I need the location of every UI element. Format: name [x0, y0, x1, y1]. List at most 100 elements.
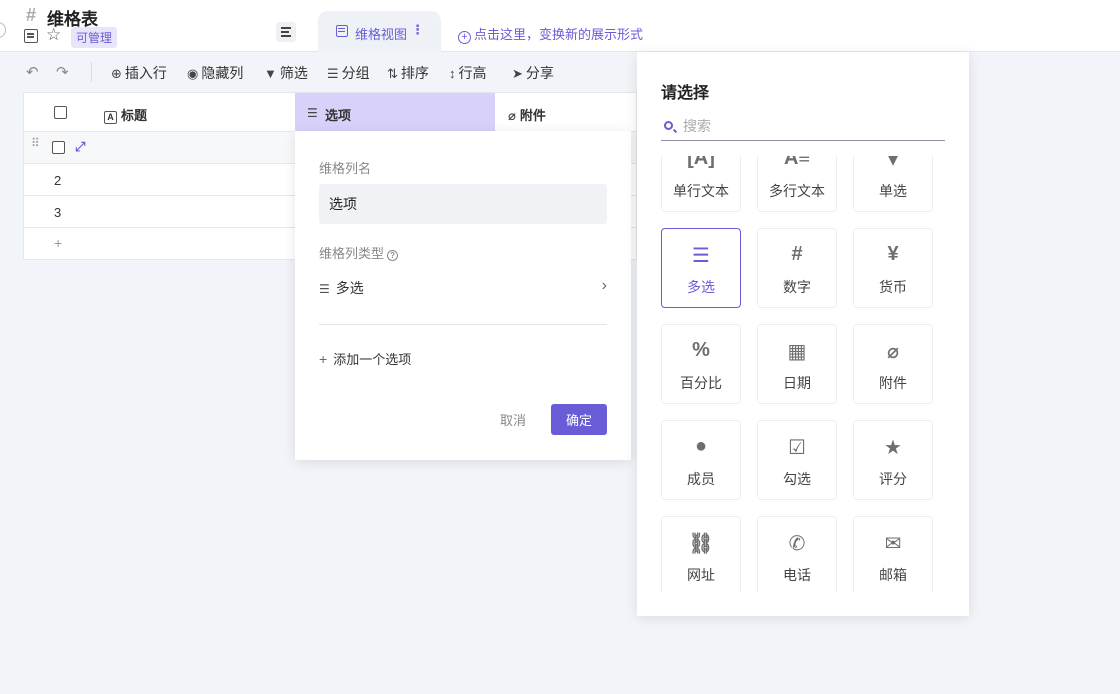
header: # 维格表 ☆ 可管理 维格视图 ⋮ + 点击这里，变换新的展示形式	[0, 0, 1120, 52]
share-label: 分享	[525, 65, 554, 81]
multi-text-icon: A≡	[783, 156, 811, 169]
type-date[interactable]: ▦ 日期	[757, 324, 837, 404]
undo-icon[interactable]: ↶	[26, 63, 39, 81]
person-icon: ●	[694, 435, 708, 457]
percent-icon: %	[692, 339, 710, 361]
column-name-input[interactable]	[319, 184, 607, 224]
select-all-checkbox[interactable]	[54, 106, 67, 119]
column-editor-popup: 维格列名 维格列类型? ☰ 多选 › + 添加一个选项 取消 确定	[295, 131, 631, 460]
sort-label: 排序	[400, 65, 429, 81]
plus-icon: +	[319, 351, 328, 367]
type-multi-select[interactable]: ☰ 多选	[661, 228, 741, 308]
column-name-label: 维格列名	[319, 161, 372, 176]
add-view-button[interactable]: + 点击这里，变换新的展示形式	[458, 24, 643, 44]
type-label: 附件	[879, 375, 907, 391]
description-icon[interactable]	[24, 29, 38, 43]
toolbar-divider	[91, 62, 92, 82]
plus-circle-filled-icon: ⊕	[111, 66, 122, 81]
group-button[interactable]: ☰ 分组	[327, 63, 370, 83]
column-type-label: 维格列类型?	[319, 243, 399, 262]
insert-row-button[interactable]: ⊕ 插入行	[111, 63, 167, 83]
type-label: 勾选	[783, 471, 811, 487]
group-icon: ☰	[327, 66, 339, 81]
single-text-icon: [A]	[687, 156, 715, 169]
column-title-label: 标题	[121, 108, 148, 123]
drag-handle-icon[interactable]: ⠿	[31, 137, 40, 149]
type-multi-text[interactable]: A≡ 多行文本	[757, 156, 837, 212]
type-member[interactable]: ● 成员	[661, 420, 741, 500]
expand-record-icon[interactable]: ⤢	[75, 139, 85, 155]
single-text-icon: A	[104, 111, 117, 124]
type-label: 货币	[879, 279, 907, 295]
row-number: 3	[54, 205, 62, 220]
column-header-option[interactable]: ☰ 选项	[295, 93, 495, 132]
link-icon: ⛓	[688, 533, 714, 555]
type-checkbox[interactable]: ☑ 勾选	[757, 420, 837, 500]
permission-badge: 可管理	[71, 27, 118, 48]
star-icon: ★	[884, 437, 902, 459]
plus-circle-icon: +	[458, 31, 471, 44]
type-url[interactable]: ⛓ 网址	[661, 516, 741, 592]
view-tab-label: 维格视图	[355, 27, 408, 42]
type-label: 多选	[687, 279, 715, 295]
type-percent[interactable]: % 百分比	[661, 324, 741, 404]
share-button[interactable]: ➤ 分享	[512, 63, 554, 83]
type-attachment[interactable]: ⌀ 附件	[853, 324, 933, 404]
phone-icon: ✆	[788, 533, 806, 555]
sort-icon: ⇅	[387, 66, 398, 81]
filter-icon: ▼	[264, 66, 277, 81]
view-more-icon[interactable]: ⋮	[411, 22, 424, 38]
row-height-label: 行高	[458, 65, 487, 81]
type-single-text[interactable]: [A] 单行文本	[661, 156, 741, 212]
column-type-selector[interactable]: ☰ 多选 ›	[319, 277, 607, 300]
multi-select-icon: ☰	[692, 245, 710, 267]
field-type-picker: 请选择 [A]单行文本 A≡多行文本 ▾单选 ☰多选 #数字 ¥货币 %百分比 …	[637, 52, 969, 616]
type-rating[interactable]: ★ 评分	[853, 420, 933, 500]
back-button[interactable]	[0, 22, 6, 38]
type-single-select[interactable]: ▾ 单选	[853, 156, 933, 212]
hide-columns-label: 隐藏列	[201, 65, 244, 81]
type-label: 数字	[783, 279, 811, 295]
type-phone[interactable]: ✆ 电话	[757, 516, 837, 592]
type-label: 百分比	[680, 375, 722, 391]
column-attachment-label: 附件	[519, 108, 546, 123]
multi-select-icon: ☰	[319, 282, 330, 296]
row-height-button[interactable]: ↕ 行高	[449, 63, 487, 83]
row-checkbox[interactable]	[52, 141, 65, 154]
type-number[interactable]: # 数字	[757, 228, 837, 308]
search-input[interactable]	[683, 116, 933, 136]
help-icon[interactable]: ?	[387, 250, 399, 261]
add-row-icon: +	[54, 235, 63, 251]
type-email[interactable]: ✉ 邮箱	[853, 516, 933, 592]
column-type-value: 多选	[335, 280, 364, 296]
tab-grid-view[interactable]: 维格视图 ⋮	[318, 11, 441, 52]
multi-select-icon: ☰	[307, 106, 318, 120]
search-icon	[664, 121, 673, 130]
type-currency[interactable]: ¥ 货币	[853, 228, 933, 308]
view-list-toggle-icon[interactable]	[276, 22, 296, 42]
row-height-icon: ↕	[449, 66, 456, 81]
confirm-button[interactable]: 确定	[551, 404, 607, 435]
column-header-title[interactable]: A 标题	[104, 105, 147, 124]
cancel-button[interactable]: 取消	[489, 404, 537, 435]
filter-button[interactable]: ▼ 筛选	[264, 63, 308, 83]
header-row: A 标题 ☰ 选项 ⌀ 附件	[24, 93, 636, 132]
add-option-button[interactable]: + 添加一个选项	[319, 349, 411, 368]
column-header-attachment[interactable]: ⌀ 附件	[508, 105, 546, 124]
type-label: 多行文本	[769, 183, 825, 199]
column-type-label-text: 维格列类型	[319, 246, 385, 261]
favorite-star-icon[interactable]: ☆	[46, 25, 61, 45]
checkbox-icon: ☑	[788, 437, 806, 459]
type-label: 电话	[783, 567, 811, 583]
sort-button[interactable]: ⇅ 排序	[387, 63, 429, 83]
redo-icon[interactable]: ↷	[56, 63, 69, 81]
paperclip-icon: ⌀	[508, 108, 516, 123]
hide-columns-button[interactable]: ◉ 隐藏列	[187, 63, 243, 83]
yen-icon: ¥	[887, 243, 899, 265]
datasheet-hash-icon: #	[26, 5, 37, 25]
type-label: 邮箱	[879, 567, 907, 583]
chevron-right-icon: ›	[601, 277, 607, 294]
toolbar: ↶ ↷ ⊕ 插入行 ◉ 隐藏列 ▼ 筛选 ☰ 分组 ⇅ 排序 ↕ 行高 ➤ 分享	[0, 60, 640, 84]
type-label: 评分	[879, 471, 907, 487]
picker-title: 请选择	[661, 85, 710, 102]
